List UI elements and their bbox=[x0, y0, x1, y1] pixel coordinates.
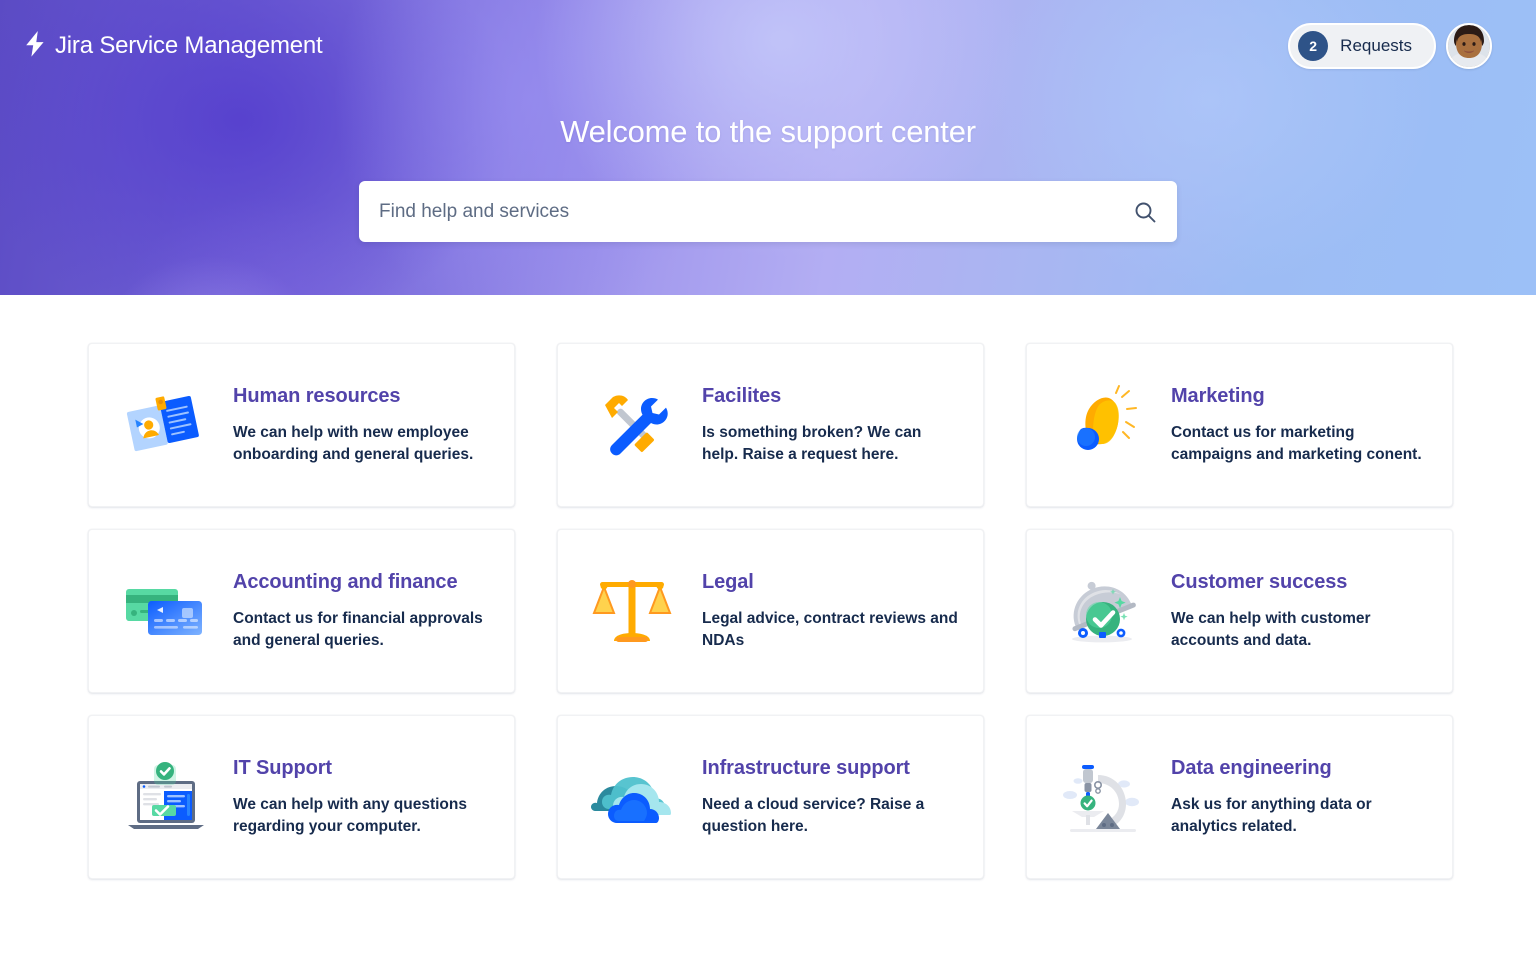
card-description: We can help with new employee onboarding… bbox=[233, 423, 474, 463]
card-title: Legal bbox=[702, 570, 754, 593]
card-description: We can help with customer accounts and d… bbox=[1171, 609, 1371, 649]
laptop-check-icon bbox=[115, 749, 211, 845]
top-bar-actions: 2 Requests bbox=[1288, 23, 1492, 69]
service-card-marketing[interactable]: Marketing Contact us for marketing campa… bbox=[1026, 343, 1453, 507]
scales-of-justice-icon bbox=[584, 563, 680, 659]
card-description: Is something broken? We can help. Raise … bbox=[702, 423, 922, 463]
card-description: Legal advice, contract reviews and NDAs bbox=[702, 609, 958, 649]
service-card-data-engineering[interactable]: Data engineering Ask us for anything dat… bbox=[1026, 715, 1453, 879]
card-text-block: IT Support We can help with any question… bbox=[211, 757, 490, 838]
card-title: Marketing bbox=[1171, 384, 1265, 407]
id-badge-icon bbox=[115, 377, 211, 473]
service-card-customer-success[interactable]: Customer success We can help with custom… bbox=[1026, 529, 1453, 693]
search-input[interactable] bbox=[359, 181, 1177, 242]
requests-button-label: Requests bbox=[1340, 36, 1412, 55]
card-title: Human resources bbox=[233, 384, 401, 407]
page-title: Welcome to the support center bbox=[560, 114, 976, 149]
requests-button[interactable]: 2 Requests bbox=[1288, 23, 1436, 69]
service-card-accounting-and-finance[interactable]: Accounting and finance Contact us for fi… bbox=[88, 529, 515, 693]
card-text-block: Facilites Is something broken? We can he… bbox=[680, 385, 959, 466]
brand-name: Jira Service Management bbox=[55, 32, 323, 59]
card-title: Infrastructure support bbox=[702, 756, 910, 779]
cloche-checkmark-icon bbox=[1053, 563, 1149, 659]
card-description: Contact us for marketing campaigns and m… bbox=[1171, 423, 1422, 463]
search-icon[interactable] bbox=[1133, 200, 1157, 224]
avatar[interactable] bbox=[1446, 23, 1492, 69]
service-card-facilites[interactable]: Facilites Is something broken? We can he… bbox=[557, 343, 984, 507]
card-title: Accounting and finance bbox=[233, 570, 458, 593]
service-category-grid: Human resources We can help with new emp… bbox=[88, 343, 1453, 879]
card-text-block: Human resources We can help with new emp… bbox=[211, 385, 490, 466]
card-text-block: Marketing Contact us for marketing campa… bbox=[1149, 385, 1428, 466]
card-description: We can help with any questions regarding… bbox=[233, 795, 467, 835]
top-bar: Jira Service Management 2 Requests bbox=[0, 0, 1536, 92]
card-title: IT Support bbox=[233, 756, 332, 779]
lightning-bolt-icon bbox=[24, 30, 46, 62]
service-card-infrastructure-support[interactable]: Infrastructure support Need a cloud serv… bbox=[557, 715, 984, 879]
service-card-legal[interactable]: Legal Legal advice, contract reviews and… bbox=[557, 529, 984, 693]
credit-cards-icon bbox=[115, 563, 211, 659]
hero-banner: Jira Service Management 2 Requests Welco… bbox=[0, 0, 1536, 295]
service-card-human-resources[interactable]: Human resources We can help with new emp… bbox=[88, 343, 515, 507]
requests-count-badge: 2 bbox=[1298, 31, 1329, 61]
search-bar bbox=[359, 181, 1177, 242]
card-text-block: Customer success We can help with custom… bbox=[1149, 571, 1428, 652]
card-title: Facilites bbox=[702, 384, 782, 407]
card-title: Customer success bbox=[1171, 570, 1348, 593]
card-description: Ask us for anything data or analytics re… bbox=[1171, 795, 1372, 835]
service-card-it-support[interactable]: IT Support We can help with any question… bbox=[88, 715, 515, 879]
card-text-block: Infrastructure support Need a cloud serv… bbox=[680, 757, 959, 838]
card-title: Data engineering bbox=[1171, 756, 1332, 779]
main-content: Human resources We can help with new emp… bbox=[0, 295, 1536, 879]
brand-logo-area[interactable]: Jira Service Management bbox=[24, 30, 323, 62]
card-text-block: Accounting and finance Contact us for fi… bbox=[211, 571, 490, 652]
microscope-icon bbox=[1053, 749, 1149, 845]
hammer-wrench-icon bbox=[584, 377, 680, 473]
card-text-block: Legal Legal advice, contract reviews and… bbox=[680, 571, 959, 652]
card-description: Need a cloud service? Raise a question h… bbox=[702, 795, 925, 835]
megaphone-icon bbox=[1053, 377, 1149, 473]
clouds-icon bbox=[584, 749, 680, 845]
card-text-block: Data engineering Ask us for anything dat… bbox=[1149, 757, 1428, 838]
card-description: Contact us for financial approvals and g… bbox=[233, 609, 483, 649]
